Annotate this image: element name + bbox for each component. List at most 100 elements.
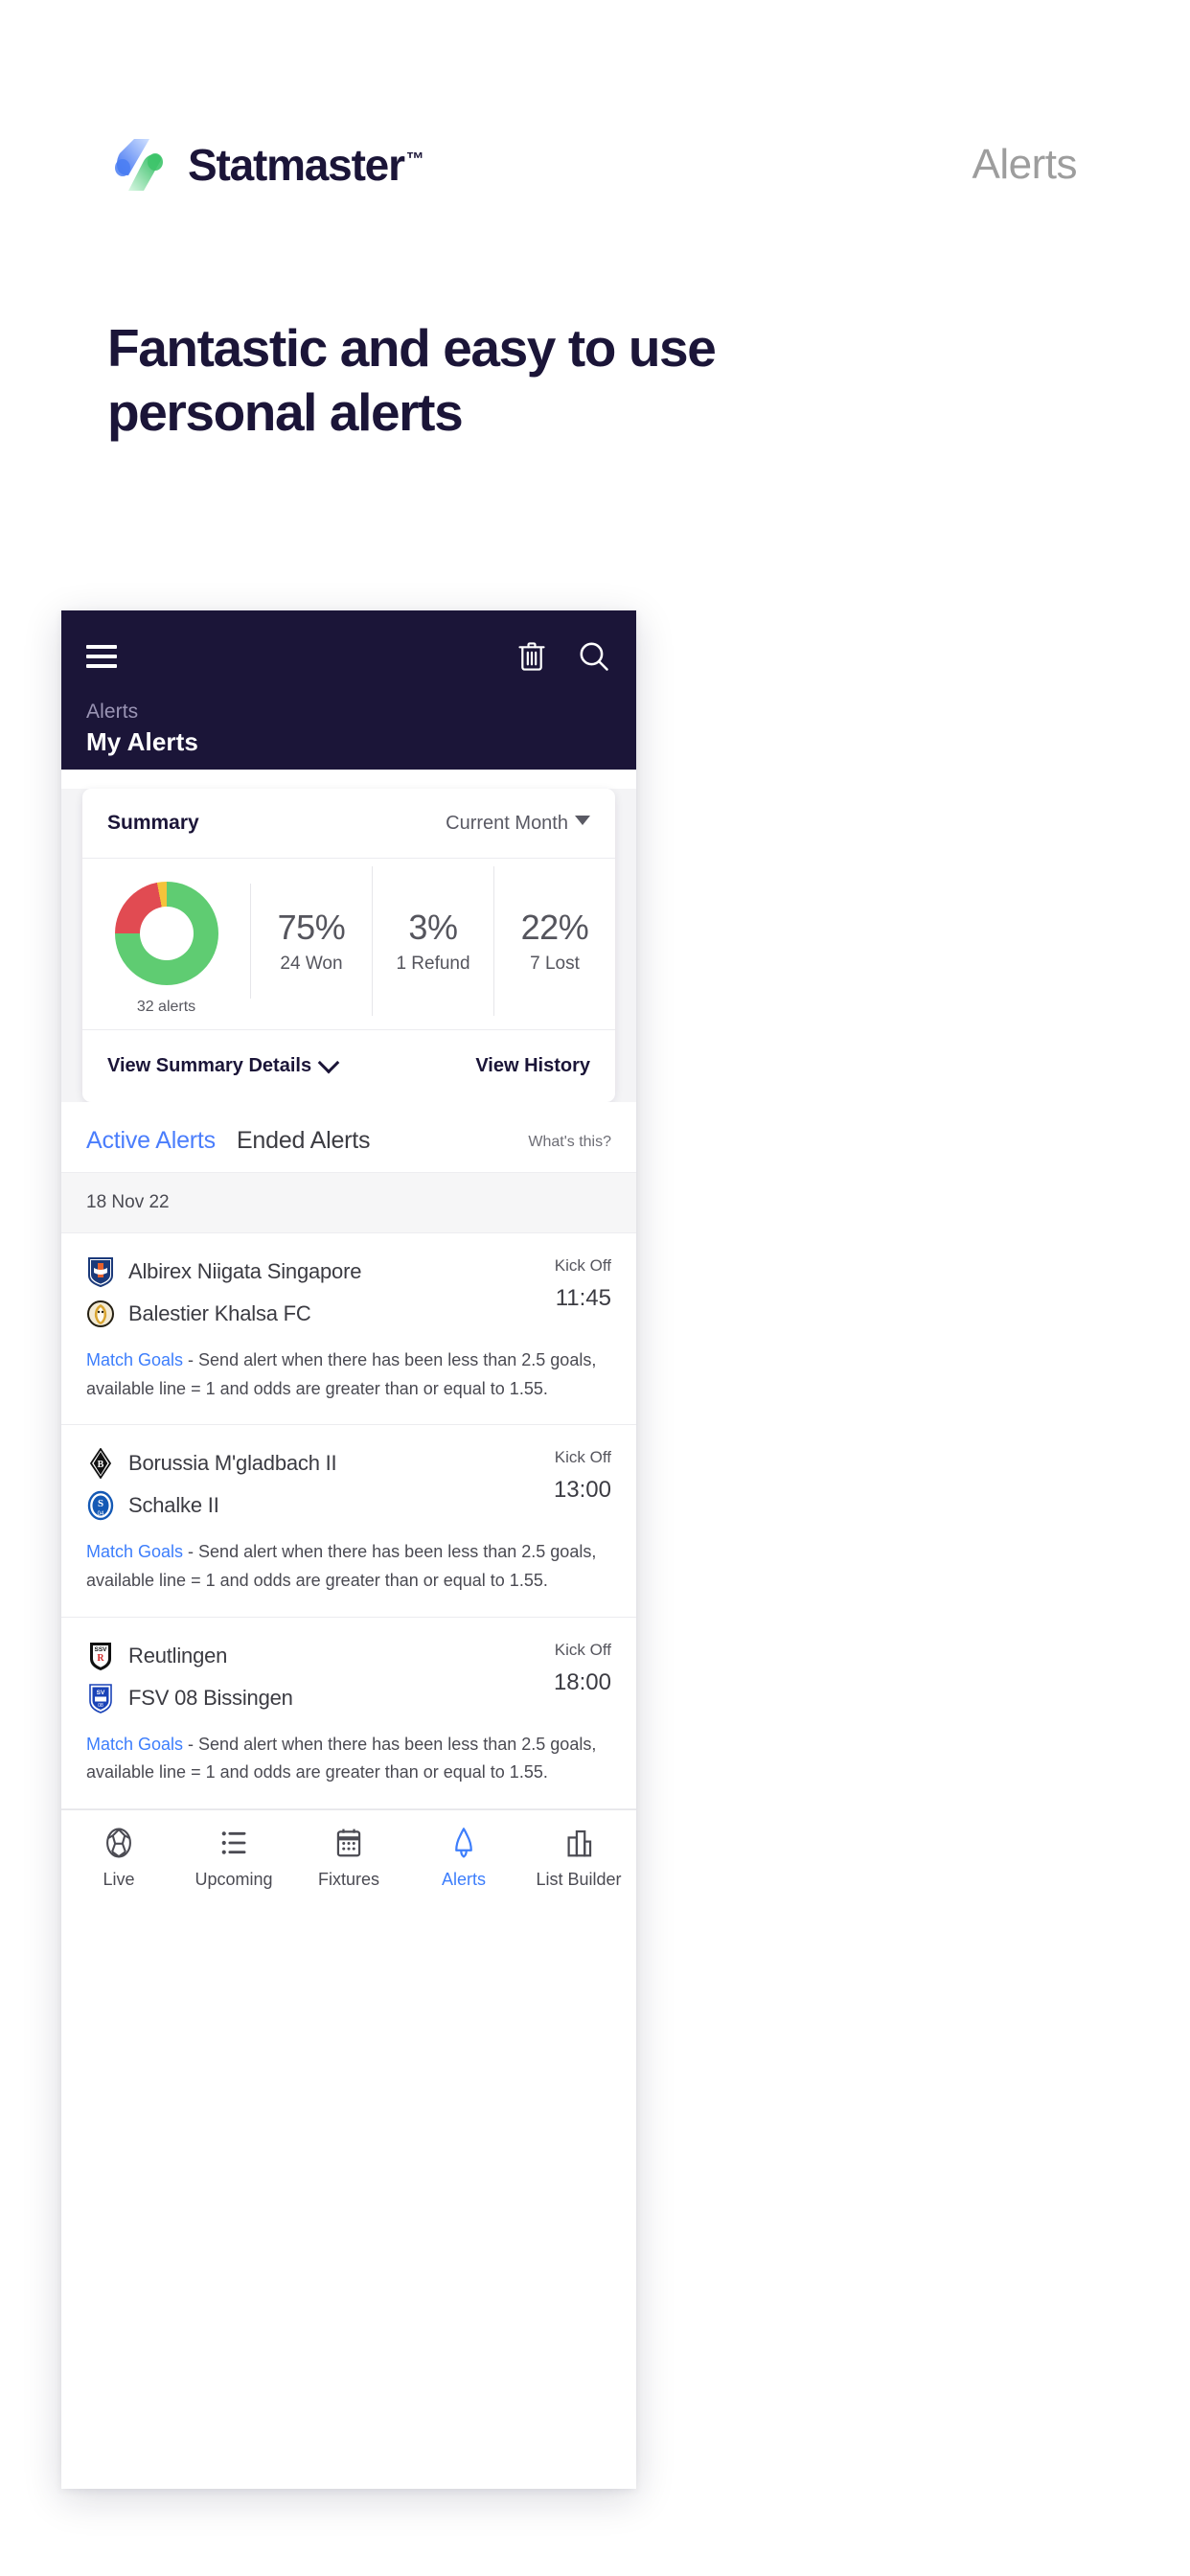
calendar-icon: [332, 1826, 365, 1860]
summary-stats: 32 alerts 75% 24 Won 3% 1 Refund 22% 7 L…: [82, 859, 615, 1030]
balestier-khalsa-crest-icon: [86, 1299, 115, 1329]
brand-name: Statmaster ™: [188, 143, 424, 187]
site-header-page-label: Alerts: [972, 141, 1078, 188]
svg-text:S: S: [98, 1498, 103, 1509]
nav-label-fixtures: Fixtures: [317, 1870, 379, 1890]
view-summary-details-button[interactable]: View Summary Details: [107, 1051, 340, 1077]
alert-market-link[interactable]: Match Goals: [86, 1350, 183, 1369]
nav-item-list-builder[interactable]: List Builder: [521, 1826, 636, 1890]
alert-description: Match Goals - Send alert when there has …: [86, 1538, 611, 1595]
kickoff-block: Kick Off 11:45: [504, 1253, 611, 1333]
kickoff-block: Kick Off 18:00: [504, 1637, 611, 1717]
stat-lost-value: 22%: [520, 908, 589, 947]
borussia-monchengladbach-crest-icon: B: [86, 1448, 115, 1480]
svg-text:B: B: [98, 1460, 104, 1470]
alert-description: Match Goals - Send alert when there has …: [86, 1731, 611, 1787]
chevron-down-icon: [317, 1051, 340, 1073]
whats-this-link[interactable]: What's this?: [528, 1134, 611, 1155]
svg-text:R: R: [97, 1653, 104, 1664]
nav-item-upcoming[interactable]: Upcoming: [176, 1826, 291, 1890]
home-team-name: Borussia M'gladbach II: [128, 1451, 337, 1476]
away-team: Balestier Khalsa FC: [86, 1295, 504, 1333]
alert-row[interactable]: Albirex Niigata Singapore Balestier Khal…: [61, 1233, 636, 1426]
donut-ring: [114, 882, 218, 985]
alerts-date-group: 18 Nov 22: [61, 1172, 636, 1233]
kickoff-block: Kick Off 13:00: [504, 1444, 611, 1525]
summary-donut-chart: 32 alerts: [82, 866, 250, 1016]
fsv-bissingen-crest-icon: SV 08: [86, 1683, 115, 1714]
away-team-name: Balestier Khalsa FC: [128, 1301, 311, 1325]
period-selector-label: Current Month: [446, 812, 568, 834]
app-mockup: Alerts My Alerts Summary Current Month 3…: [61, 610, 636, 2489]
bar-chart-icon: [562, 1826, 595, 1860]
list-icon: [217, 1826, 250, 1860]
away-team: S 04 Schalke II: [86, 1486, 504, 1525]
app-header: Alerts My Alerts: [61, 610, 636, 770]
nav-item-fixtures[interactable]: Fixtures: [291, 1826, 406, 1890]
caret-down-icon: [575, 816, 590, 825]
home-team: SSV R Reutlingen: [86, 1637, 504, 1675]
stat-lost-label: 7 Lost: [530, 954, 580, 974]
statmaster-slash-logo-icon: [107, 133, 171, 196]
stat-lost: 22% 7 Lost: [493, 866, 615, 1016]
nav-item-alerts[interactable]: Alerts: [406, 1826, 521, 1890]
summary-card-header: Summary Current Month: [82, 789, 615, 859]
summary-card-footer: View Summary Details View History: [82, 1030, 615, 1102]
view-history-button[interactable]: View History: [475, 1055, 590, 1077]
tab-active-alerts[interactable]: Active Alerts: [86, 1127, 216, 1155]
alert-market-link[interactable]: Match Goals: [86, 1735, 183, 1754]
kickoff-time: 18:00: [553, 1668, 611, 1695]
stat-won-label: 24 Won: [280, 954, 343, 974]
trash-icon[interactable]: [515, 639, 548, 674]
brand-trademark: ™: [405, 149, 424, 170]
alert-row[interactable]: SSV R Reutlingen SV 08 FSV 08 Bissingen …: [61, 1617, 636, 1810]
app-body: Summary Current Month 32 alerts 75% 24 W…: [61, 789, 636, 1912]
site-header: Statmaster ™ Alerts: [0, 126, 1190, 203]
summary-card: Summary Current Month 32 alerts 75% 24 W…: [82, 789, 615, 1102]
stat-won-value: 75%: [277, 908, 346, 947]
brand-lockup[interactable]: Statmaster ™: [107, 133, 424, 196]
kickoff-label: Kick Off: [554, 1256, 611, 1275]
away-team: SV 08 FSV 08 Bissingen: [86, 1679, 504, 1717]
bell-icon: [447, 1826, 480, 1860]
kickoff-time: 11:45: [555, 1285, 611, 1311]
alert-description: Match Goals - Send alert when there has …: [86, 1346, 611, 1403]
svg-text:08: 08: [98, 1703, 103, 1709]
period-selector[interactable]: Current Month: [446, 813, 590, 835]
alert-market-link[interactable]: Match Goals: [86, 1542, 183, 1561]
nav-label-live: Live: [103, 1870, 135, 1890]
kickoff-time: 13:00: [553, 1477, 611, 1504]
kickoff-label: Kick Off: [554, 1640, 611, 1659]
nav-item-live[interactable]: Live: [61, 1826, 176, 1890]
hamburger-menu-icon[interactable]: [86, 645, 117, 668]
home-team: Albirex Niigata Singapore: [86, 1253, 504, 1291]
nav-label-upcoming: Upcoming: [195, 1870, 273, 1890]
alert-row[interactable]: B Borussia M'gladbach II S 04 Schalke II…: [61, 1425, 636, 1618]
home-team-name: Albirex Niigata Singapore: [128, 1259, 362, 1283]
schalke-crest-icon: S 04: [86, 1490, 115, 1521]
home-team: B Borussia M'gladbach II: [86, 1444, 504, 1483]
tab-ended-alerts[interactable]: Ended Alerts: [237, 1127, 371, 1155]
stat-refund-label: 1 Refund: [396, 954, 470, 974]
football-icon: [103, 1826, 135, 1860]
page-title: Fantastic and easy to use personal alert…: [107, 318, 717, 443]
svg-text:SSV: SSV: [94, 1646, 107, 1653]
alerts-tabs: Active Alerts Ended Alerts What's this?: [61, 1102, 636, 1172]
albirex-niigata-crest-icon: [86, 1256, 115, 1287]
search-icon[interactable]: [577, 639, 611, 674]
bottom-navigation: Live Upcoming Fixtures Alerts List Build…: [61, 1809, 636, 1912]
svg-text:04: 04: [98, 1511, 104, 1517]
stat-won: 75% 24 Won: [251, 866, 372, 1016]
summary-title: Summary: [107, 812, 199, 834]
donut-total-label: 32 alerts: [136, 999, 196, 1015]
reutlingen-crest-icon: SSV R: [86, 1641, 115, 1671]
app-page-title: My Alerts: [86, 727, 198, 756]
nav-label-alerts: Alerts: [441, 1870, 486, 1890]
kickoff-label: Kick Off: [554, 1448, 611, 1467]
app-breadcrumb: Alerts: [86, 701, 139, 723]
away-team-name: FSV 08 Bissingen: [128, 1685, 293, 1710]
svg-text:SV: SV: [97, 1690, 105, 1696]
home-team-name: Reutlingen: [128, 1643, 228, 1668]
brand-name-text: Statmaster: [188, 140, 405, 190]
stat-refund: 3% 1 Refund: [372, 866, 493, 1016]
